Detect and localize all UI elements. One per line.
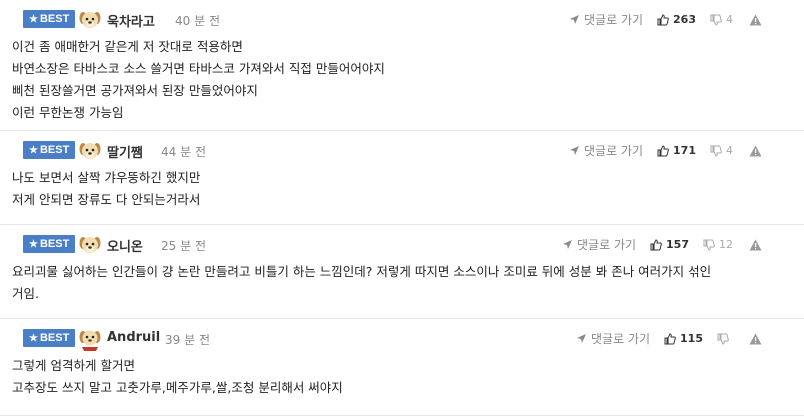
report-button[interactable] [749,239,762,251]
thumbs-down-icon [703,239,715,251]
comment-item: ★ BEST 딸기쨈 44 분 전 댓글로 가기 171 4 나도 보면서 살짝… [0,131,804,225]
downvote-button[interactable]: 4 [710,13,733,26]
downvote-button[interactable]: 4 [710,144,733,157]
reply-link[interactable]: 댓글로 가기 [569,11,643,28]
dog-avatar-icon[interactable] [78,233,102,257]
reply-arrow-icon [577,334,587,343]
dog-avatar-icon[interactable] [78,8,102,32]
best-label: BEST [39,144,70,156]
star-icon: ★ [29,145,38,156]
best-label: BEST [39,238,70,250]
reply-label: 댓글로 가기 [584,13,644,27]
downvote-count: 4 [726,13,733,26]
downvote-button[interactable] [717,333,733,345]
comment-item: ★ BEST Andruil 39 분 전 댓글로 가기 115 그렇게 엄격하… [0,319,804,416]
reply-label: 댓글로 가기 [577,238,637,252]
reply-link[interactable]: 댓글로 가기 [562,236,636,253]
downvote-count: 12 [719,238,733,251]
timestamp: 25 분 전 [161,239,206,253]
warning-icon [749,333,762,344]
thumbs-down-icon [710,145,722,157]
reply-arrow-icon [570,146,580,155]
comment-list: ★ BEST 욱차라고 40 분 전 댓글로 가기 263 4 이건 좀 애매한… [0,0,804,416]
dog-avatar-icon[interactable] [78,139,102,163]
best-badge: ★ BEST [23,10,76,28]
comment-line: 삐천 된장쓸거면 공가져와서 된장 만들었어야지 [12,83,258,98]
downvote-count: 4 [726,144,733,157]
comment-line: 거임. [12,286,39,301]
dog-avatar-icon[interactable] [78,327,102,351]
comment-line: 바연소장은 타바스코 소스 쓸거면 타바스코 가져와서 직접 만들어어야지 [12,61,385,76]
best-label: BEST [39,332,70,344]
warning-icon [749,14,762,25]
comment-body: 요리괴물 싫어하는 인간들이 걍 논란 만들려고 비틀기 하는 느낌인데? 저렇… [12,261,792,305]
star-icon: ★ [29,333,38,344]
upvote-button[interactable]: 171 [657,144,696,157]
thumbs-down-icon [717,333,729,345]
star-icon: ★ [29,239,38,250]
comment-body: 그렇게 엄격하게 할거면 고추장도 쓰지 말고 고춧가루,메주가루,쌀,조청 분… [12,355,792,399]
reply-arrow-icon [563,240,573,249]
timestamp: 40 분 전 [175,14,220,28]
comment-item: ★ BEST 욱차라고 40 분 전 댓글로 가기 263 4 이건 좀 애매한… [0,0,804,131]
report-button[interactable] [749,14,762,26]
reply-link[interactable]: 댓글로 가기 [569,142,643,159]
reply-arrow-icon [570,15,580,24]
best-badge: ★ BEST [23,141,76,159]
star-icon: ★ [29,14,38,25]
warning-icon [749,239,762,250]
comment-line: 그렇게 엄격하게 할거면 [12,358,135,373]
comment-line: 나도 보면서 살짝 갸우뚱하긴 했지만 [12,170,201,185]
comment-line: 요리괴물 싫어하는 인간들이 걍 논란 만들려고 비틀기 하는 느낌인데? 저렇… [12,264,712,279]
comment-line: 저게 안되면 장류도 다 안되는거라서 [12,192,201,207]
warning-icon [749,145,762,156]
comment-item: ★ BEST 오니온 25 분 전 댓글로 가기 157 12 요리괴물 싫어하… [0,225,804,319]
nickname[interactable]: 욱차라고 [107,11,155,30]
best-badge: ★ BEST [23,329,76,347]
nickname[interactable]: Andruil [107,330,160,345]
thumbs-up-icon [664,332,676,344]
report-button[interactable] [749,333,762,345]
best-badge: ★ BEST [23,235,76,253]
upvote-count: 157 [666,238,689,251]
timestamp: 44 분 전 [161,145,206,159]
reply-label: 댓글로 가기 [584,144,644,158]
comment-body: 이건 좀 애매한거 같은게 저 잣대로 적용하면 바연소장은 타바스코 소스 쓸… [12,36,792,124]
thumbs-up-icon [657,144,669,156]
upvote-count: 115 [680,332,703,345]
best-label: BEST [39,13,70,25]
comment-line: 이건 좀 애매한거 같은게 저 잣대로 적용하면 [12,39,243,54]
reply-label: 댓글로 가기 [591,332,651,346]
report-button[interactable] [749,145,762,157]
upvote-count: 171 [673,144,696,157]
nickname[interactable]: 오니온 [107,236,143,255]
thumbs-up-icon [657,13,669,25]
comment-line: 이런 무한논쟁 가능임 [12,105,124,120]
upvote-button[interactable]: 157 [650,238,689,251]
thumbs-down-icon [710,14,722,26]
thumbs-up-icon [650,238,662,250]
nickname[interactable]: 딸기쨈 [107,142,143,161]
upvote-button[interactable]: 115 [664,332,703,345]
comment-body: 나도 보면서 살짝 갸우뚱하긴 했지만 저게 안되면 장류도 다 안되는거라서 [12,167,792,211]
upvote-count: 263 [673,13,696,26]
timestamp: 39 분 전 [165,333,210,347]
comment-line: 고추장도 쓰지 말고 고춧가루,메주가루,쌀,조청 분리해서 써야지 [12,380,343,395]
upvote-button[interactable]: 263 [657,13,696,26]
downvote-button[interactable]: 12 [703,238,733,251]
reply-link[interactable]: 댓글로 가기 [576,330,650,347]
